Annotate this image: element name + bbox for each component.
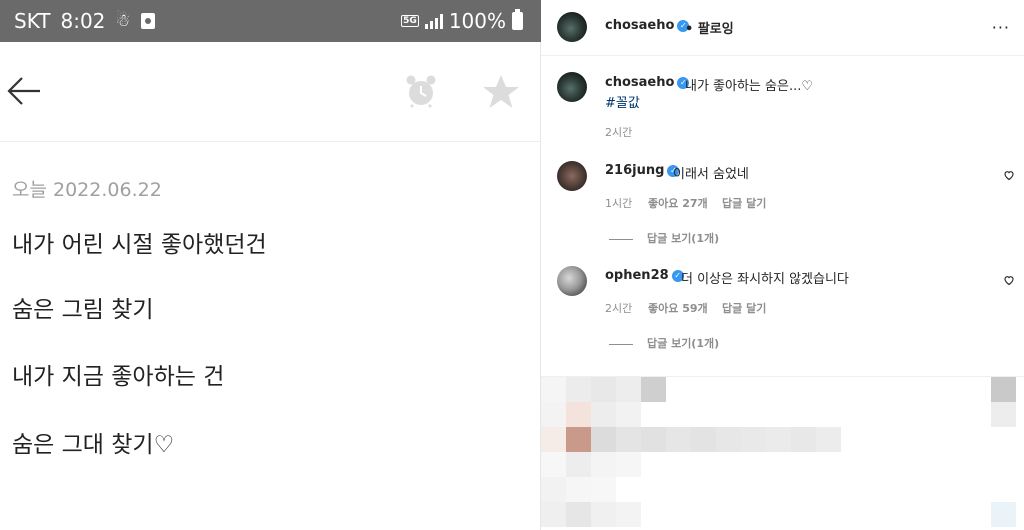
signal-icon xyxy=(424,13,443,29)
memo-line-4: 숨은 그대 찾기♡ xyxy=(12,432,175,458)
memo-toolbar xyxy=(0,42,541,142)
caption-text: 내가 좋아하는 숨은...♡ xyxy=(685,79,813,94)
avatar[interactable] xyxy=(557,12,587,42)
carrier-label: SKT xyxy=(14,9,51,33)
battery-percent: 100% xyxy=(448,9,506,33)
reply-button[interactable]: 답글 달기 xyxy=(722,300,766,316)
follow-label[interactable]: 팔로잉 xyxy=(698,22,734,37)
comment-username-label[interactable]: 216jung xyxy=(605,163,664,178)
pixelated-blurred-area xyxy=(541,376,1024,530)
back-arrow-icon[interactable] xyxy=(6,76,42,106)
memo-line-2: 숨은 그림 찾기 xyxy=(12,297,154,323)
caption-username-label[interactable]: chosaeho xyxy=(605,75,674,90)
comment-text: 더 이상은 좌시하지 않겠습니다 xyxy=(681,272,849,287)
status-bar: SKT 8:02 ☃ 5G 100% xyxy=(0,0,541,42)
comment-username[interactable]: 216jung ✓ xyxy=(605,163,680,178)
follow-status[interactable]: • 팔로잉 xyxy=(685,18,734,37)
comment-text: 이래서 숨었네 xyxy=(673,167,749,182)
screen: SKT 8:02 ☃ 5G 100% 오늘 2022.06.22 내가 어린 시… xyxy=(0,0,1024,530)
comment-avatar[interactable] xyxy=(557,161,587,191)
comment-avatar[interactable] xyxy=(557,266,587,296)
network-5g-icon: 5G xyxy=(401,15,419,27)
comment-time: 2시간 xyxy=(605,302,633,315)
instagram-post-screenshot: chosaeho ✓ • 팔로잉 ··· chosaeho ✓ 내가 좋아하는 숨은… xyxy=(541,0,1024,530)
comment-time: 1시간 xyxy=(605,197,633,210)
comment-username[interactable]: ophen28 ✓ xyxy=(605,268,684,283)
battery-icon xyxy=(512,9,523,30)
star-icon[interactable] xyxy=(482,74,520,110)
reply-button[interactable]: 답글 달기 xyxy=(722,195,766,211)
status-right: 5G 100% xyxy=(401,0,523,42)
memo-content: 오늘 2022.06.22 내가 어린 시절 좋아했던건 숨은 그림 찾기 내가… xyxy=(12,175,532,458)
header-username[interactable]: chosaeho ✓ xyxy=(605,18,690,33)
heart-icon[interactable] xyxy=(1003,169,1015,181)
memo-date: 오늘 2022.06.22 xyxy=(12,179,162,201)
status-left: SKT 8:02 ☃ xyxy=(14,0,155,42)
memo-line-3: 내가 지금 좋아하는 건 xyxy=(12,364,225,390)
clock: 8:02 xyxy=(60,9,106,33)
caption-username[interactable]: chosaeho ✓ xyxy=(605,75,690,90)
memo-line-1: 내가 어린 시절 좋아했던건 xyxy=(12,232,267,258)
more-options-icon[interactable]: ··· xyxy=(992,18,1010,37)
comment-likes[interactable]: 좋아요 59개 xyxy=(648,300,708,316)
header-username-label[interactable]: chosaeho xyxy=(605,18,674,33)
view-replies-button[interactable]: 답글 보기(1개) xyxy=(609,230,719,246)
post-header: chosaeho ✓ • 팔로잉 ··· xyxy=(541,0,1024,56)
app-notification-icon xyxy=(140,13,155,29)
comment-likes[interactable]: 좋아요 27개 xyxy=(648,195,708,211)
comment-username-label[interactable]: ophen28 xyxy=(605,268,669,283)
hashtag-link[interactable]: #꼴값 xyxy=(605,92,640,111)
heart-icon[interactable] xyxy=(1003,274,1015,286)
alarm-icon[interactable] xyxy=(404,74,438,108)
notification-icon: ☃ xyxy=(115,11,131,31)
memo-app-screenshot: SKT 8:02 ☃ 5G 100% 오늘 2022.06.22 내가 어린 시… xyxy=(0,0,541,530)
caption-avatar[interactable] xyxy=(557,72,587,102)
post-time: 2시간 xyxy=(605,126,633,139)
view-replies-button[interactable]: 답글 보기(1개) xyxy=(609,335,719,351)
